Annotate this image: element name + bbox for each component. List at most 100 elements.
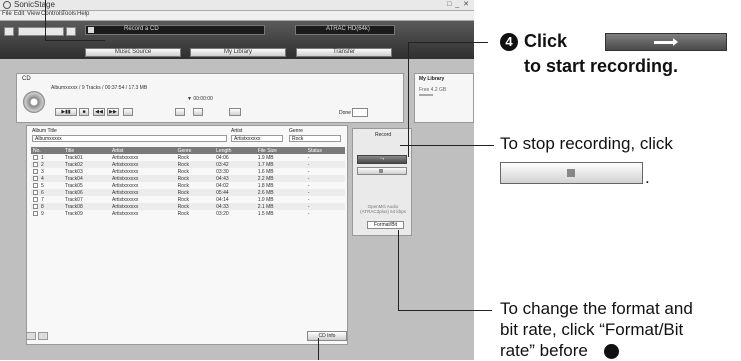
- column-length[interactable]: Length: [214, 147, 256, 154]
- table-row[interactable]: 9 Track09 Artistxxxxxx Rock 03:20 1.5 MB -: [31, 210, 345, 217]
- eject-button[interactable]: [123, 108, 133, 116]
- track-cell: 03:20: [216, 210, 229, 217]
- artist-label: Artist: [231, 128, 243, 134]
- genre-select[interactable]: Rock: [289, 135, 341, 142]
- tab-my-library[interactable]: My Library: [190, 48, 286, 57]
- next-view-button[interactable]: [66, 27, 76, 36]
- track-cell: -: [305, 161, 345, 168]
- track-number-cell: 9: [31, 210, 63, 217]
- track-cell: 1.7 MB: [255, 161, 306, 168]
- format-bitrate-button[interactable]: Format/Bit: [367, 221, 404, 229]
- leader-line-step4-v: [408, 42, 409, 157]
- track-checkbox[interactable]: [33, 210, 38, 216]
- track-number-cell: 5: [31, 182, 63, 189]
- track-cell: Rock: [177, 154, 189, 161]
- table-row[interactable]: 3 Track03 Artistxxxxxx Rock 03:30 1.6 MB -: [31, 168, 345, 175]
- track-checkbox[interactable]: [33, 154, 38, 160]
- menu-edit[interactable]: Edit: [14, 11, 24, 17]
- deselect-all-checkbox[interactable]: [38, 332, 48, 340]
- track-cell: -: [307, 196, 310, 203]
- track-number: 7: [41, 196, 44, 203]
- track-cell: Rock: [177, 168, 189, 175]
- track-cell: Track02: [62, 161, 111, 168]
- step-number-badge: 4: [500, 33, 518, 51]
- track-checkbox[interactable]: [33, 175, 38, 181]
- track-cell: 2.2 MB: [255, 175, 306, 182]
- select-all-checkbox[interactable]: [26, 332, 36, 340]
- track-cell: Track06: [62, 189, 111, 196]
- track-cell: Artistxxxxxx: [110, 203, 176, 210]
- stop-recording-button[interactable]: [357, 167, 407, 175]
- track-number: 4: [41, 175, 44, 182]
- track-cell: -: [305, 175, 345, 182]
- table-row[interactable]: 4 Track04 Artistxxxxxx Rock 04:43 2.2 MB -: [31, 175, 345, 182]
- column-title[interactable]: Title: [62, 147, 111, 154]
- tab-music-source[interactable]: Music Source: [85, 48, 181, 57]
- track-cell: Artistxxxxxx: [112, 168, 139, 175]
- format-dropdown[interactable]: ATRAC HD(64k): [295, 25, 395, 35]
- track-cell: -: [305, 189, 345, 196]
- track-cell: Artistxxxxxx: [110, 189, 176, 196]
- track-number: 6: [41, 189, 44, 196]
- shuffle-button[interactable]: [193, 108, 203, 116]
- track-cell: 04:43: [214, 175, 256, 182]
- album-title-field[interactable]: Albumxxxxx: [32, 135, 227, 142]
- menu-help[interactable]: Help: [77, 11, 89, 17]
- leader-line-top: [45, 0, 46, 40]
- play-pause-button[interactable]: ▶▮▮: [55, 108, 77, 116]
- table-header-row: No. Title Artist Genre Length File Size …: [31, 147, 345, 154]
- previous-track-button[interactable]: ◀◀: [93, 108, 105, 116]
- stop-button[interactable]: ■: [79, 108, 89, 116]
- done-select[interactable]: [352, 108, 369, 117]
- next-track-button[interactable]: ▶▶: [107, 108, 119, 116]
- start-recording-button[interactable]: →: [357, 155, 407, 164]
- track-checkbox[interactable]: [33, 196, 38, 202]
- column-artist[interactable]: Artist: [110, 147, 176, 154]
- table-row[interactable]: 6 Track06 Artistxxxxxx Rock 05:44 2.6 MB -: [31, 189, 345, 196]
- track-checkbox[interactable]: [33, 161, 38, 167]
- arrow-right-icon: [654, 38, 678, 46]
- track-cell: Track09: [64, 210, 83, 217]
- playback-bar[interactable]: [18, 27, 64, 36]
- cd-summary: Albumxxxxx / 9 Tracks / 00:37:54 / 17.3 …: [51, 85, 148, 91]
- track-cell: 1.5 MB: [257, 210, 274, 217]
- table-row[interactable]: 1 Track01 Artistxxxxxx Rock 04:06 1.9 MB -: [31, 154, 345, 161]
- table-row[interactable]: 8 Track08 Artistxxxxxx Rock 04:33 2.1 MB -: [31, 203, 345, 210]
- window-controls[interactable]: □ _ ✕: [447, 0, 470, 8]
- table-row[interactable]: 2 Track02 Artistxxxxxx Rock 03:42 1.7 MB -: [31, 161, 345, 168]
- track-table: No. Title Artist Genre Length File Size …: [31, 147, 345, 217]
- column-no[interactable]: No.: [31, 147, 63, 154]
- track-number-cell: 7: [31, 196, 63, 203]
- tab-transfer[interactable]: Transfer: [296, 48, 392, 57]
- column-genre[interactable]: Genre: [175, 147, 215, 154]
- repeat-button[interactable]: [175, 108, 185, 116]
- record-cd-dropdown[interactable]: Record a CD: [85, 25, 265, 35]
- track-cell: -: [307, 168, 310, 175]
- track-checkbox[interactable]: [33, 189, 38, 195]
- menu-tools[interactable]: Tools: [62, 11, 76, 17]
- column-file-size[interactable]: File Size: [255, 147, 306, 154]
- prev-view-button[interactable]: [4, 27, 14, 36]
- cd-info-button[interactable]: CD Info: [307, 331, 347, 341]
- menu-bar: File Edit View Controls Tools Help: [0, 11, 474, 21]
- track-number: 5: [41, 182, 44, 189]
- track-checkbox[interactable]: [33, 203, 38, 209]
- artist-field[interactable]: Artistxxxxxx: [231, 135, 283, 142]
- track-cell: Artistxxxxxx: [110, 161, 176, 168]
- table-row[interactable]: 7 Track07 Artistxxxxxx Rock 04:14 1.9 MB -: [31, 196, 345, 203]
- menu-file[interactable]: File: [2, 11, 12, 17]
- table-row[interactable]: 5 Track05 Artistxxxxxx Rock 04:02 1.8 MB -: [31, 182, 345, 189]
- track-cell: Rock: [175, 175, 215, 182]
- format-instruction-line3: rate” before: [500, 341, 588, 360]
- track-checkbox[interactable]: [33, 182, 38, 188]
- sonicstage-logo-icon: [3, 1, 11, 9]
- volume-button[interactable]: [229, 108, 241, 116]
- inline-stop-button-illustration: [500, 162, 643, 184]
- track-checkbox[interactable]: [33, 168, 38, 174]
- library-title: My Library: [419, 76, 445, 82]
- inline-start-button-illustration: [605, 33, 727, 51]
- menu-view[interactable]: View: [27, 11, 40, 17]
- my-library-panel: My Library Free 4.2 GB: [414, 73, 474, 123]
- track-cell: Artistxxxxxx: [112, 182, 139, 189]
- column-status[interactable]: Status: [305, 147, 345, 154]
